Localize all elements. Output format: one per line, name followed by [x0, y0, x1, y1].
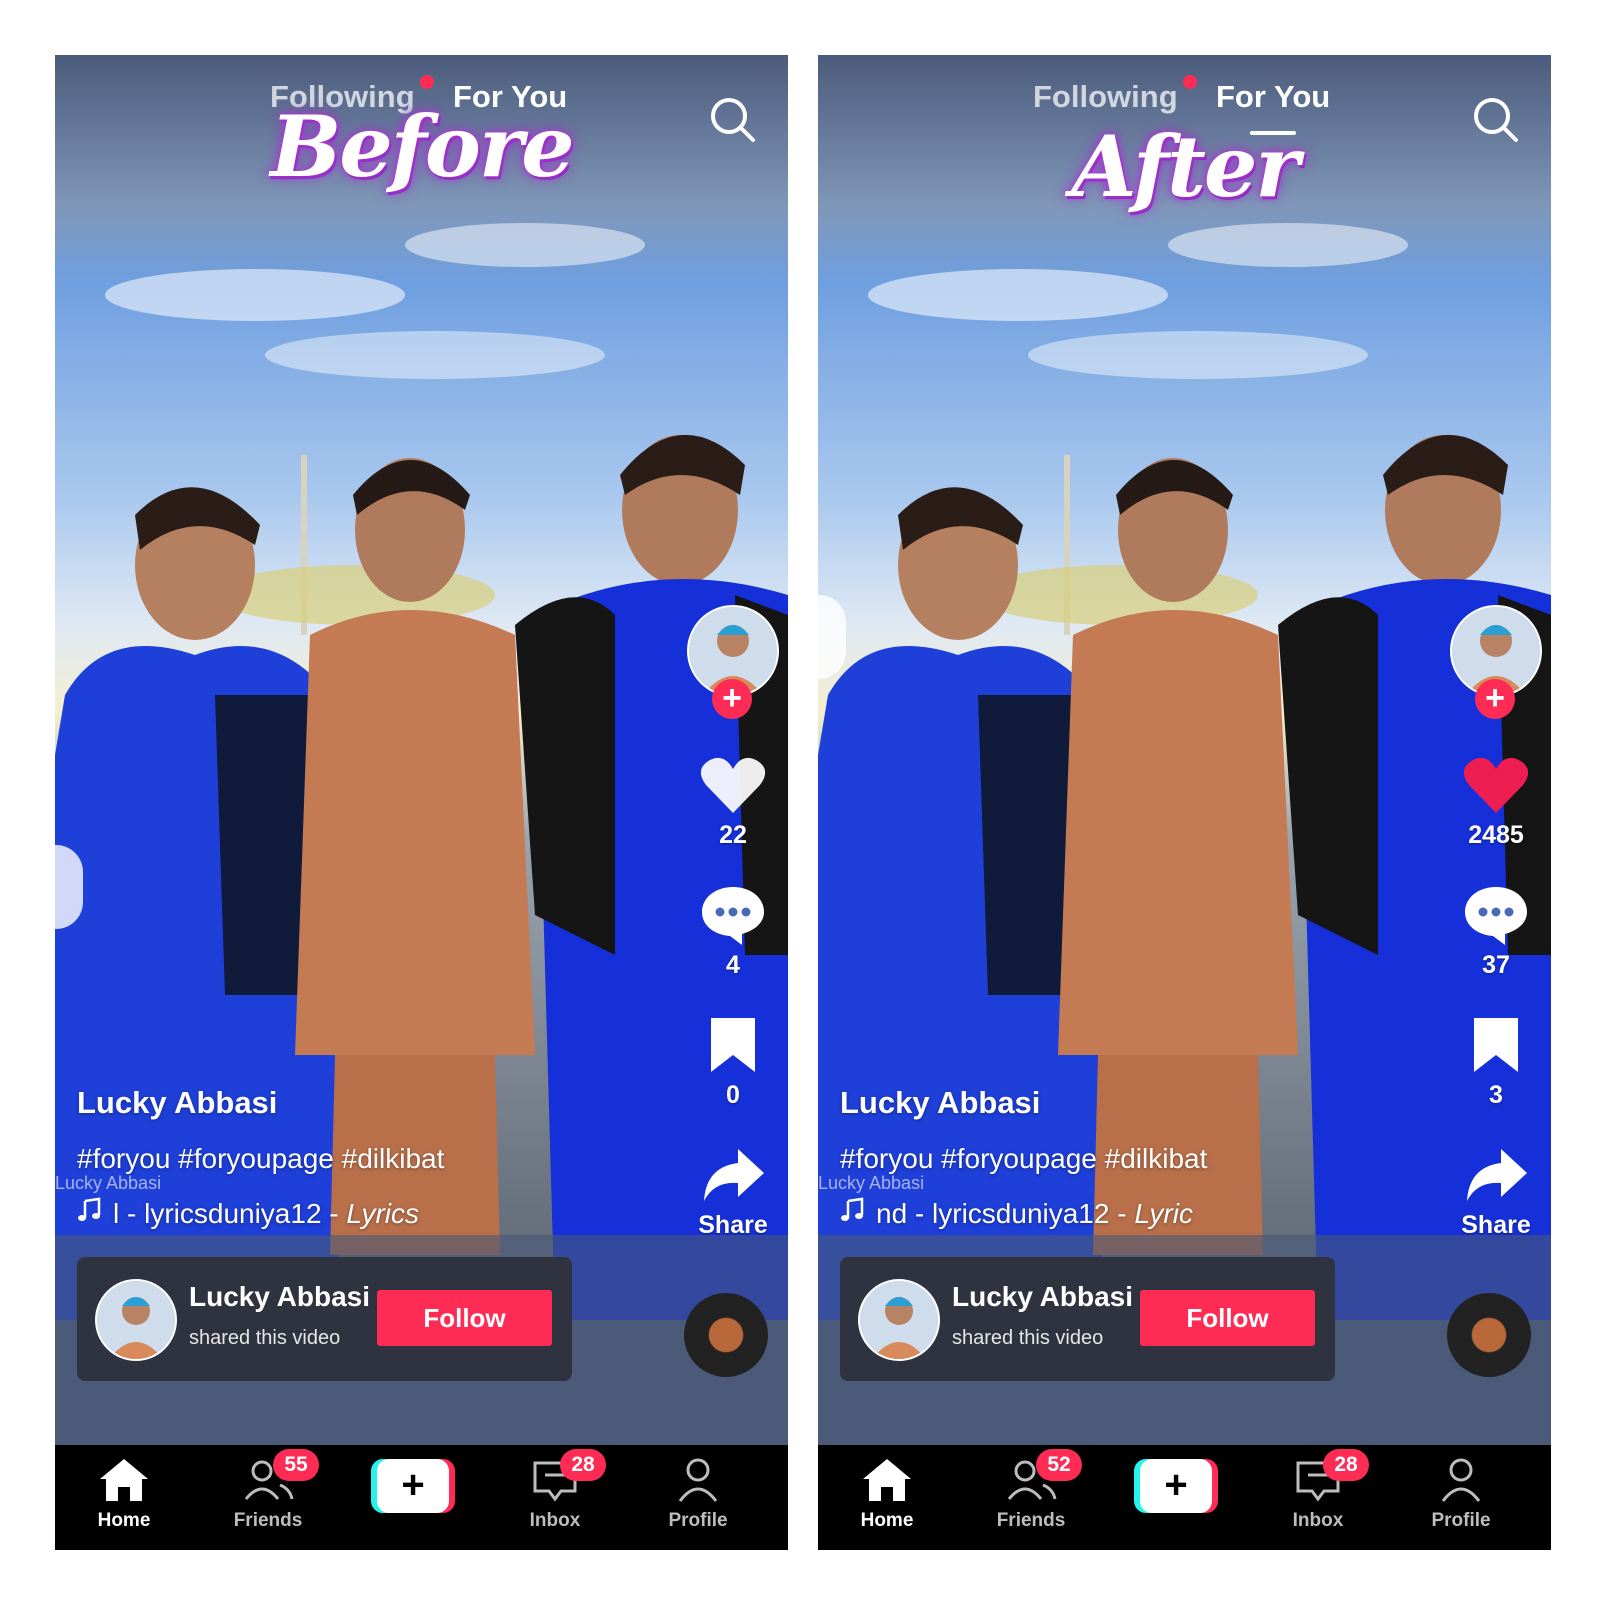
- nav-friends-label: Friends: [996, 1510, 1066, 1531]
- avatar[interactable]: [95, 1279, 177, 1361]
- music-prefix: l - lyricsduniya12 -: [113, 1198, 347, 1229]
- music-note-icon: [841, 1197, 864, 1221]
- like-count: 22: [719, 821, 747, 849]
- plus-icon: +: [377, 1459, 449, 1513]
- share-button[interactable]: Share: [1441, 1145, 1551, 1240]
- share-label: Share: [698, 1211, 768, 1239]
- nav-profile[interactable]: Profile: [643, 1457, 753, 1532]
- follow-plus-icon[interactable]: +: [1475, 679, 1515, 719]
- tab-following[interactable]: Following: [1033, 79, 1178, 115]
- heart-icon: [700, 757, 766, 813]
- nav-inbox[interactable]: 28 Inbox: [500, 1449, 610, 1532]
- card-name: Lucky Abbasi: [189, 1281, 371, 1312]
- bookmark-icon: [1474, 1018, 1518, 1072]
- nav-profile-label: Profile: [668, 1510, 728, 1531]
- card-subtitle: shared this video: [952, 1327, 1104, 1349]
- like-button[interactable]: 22: [678, 755, 788, 850]
- comment-icon: [702, 887, 764, 945]
- music-prefix: nd - lyricsduniya12 -: [876, 1198, 1135, 1229]
- friends-badge: 55: [273, 1449, 319, 1481]
- music-disc[interactable]: [684, 1293, 768, 1377]
- home-icon: [100, 1459, 148, 1501]
- notification-dot: [420, 75, 434, 89]
- nav-inbox-label: Inbox: [529, 1510, 581, 1531]
- home-icon: [863, 1459, 911, 1501]
- comment-count: 4: [726, 951, 740, 979]
- creator-avatar-button[interactable]: +: [1450, 605, 1542, 719]
- watermark: Lucky Abbasi: [55, 1173, 162, 1193]
- nav-friends[interactable]: 52 Friends: [976, 1449, 1086, 1532]
- create-button[interactable]: +: [371, 1459, 455, 1513]
- music-disc[interactable]: [1447, 1293, 1531, 1377]
- phone-screen-before: Following For You Before + 22 4 0 Share …: [55, 55, 788, 1550]
- friends-badge: 52: [1036, 1449, 1082, 1481]
- creator-avatar-button[interactable]: +: [687, 605, 779, 719]
- inbox-badge: 28: [1323, 1449, 1369, 1481]
- hashtags[interactable]: #foryou #foryoupage #dilkibat: [840, 1143, 1207, 1175]
- music-info[interactable]: l - lyricsduniya12 - Lyrics: [77, 1197, 419, 1230]
- shared-by-card: Lucky Abbasi shared this video Follow: [840, 1257, 1335, 1381]
- follow-plus-icon[interactable]: +: [712, 679, 752, 719]
- profile-icon: [678, 1458, 718, 1502]
- bookmark-button[interactable]: 3: [1441, 1015, 1551, 1110]
- share-icon: [1467, 1149, 1527, 1201]
- follow-button[interactable]: Follow: [1140, 1290, 1315, 1346]
- follow-button[interactable]: Follow: [377, 1290, 552, 1346]
- nav-friends[interactable]: 55 Friends: [213, 1449, 323, 1532]
- video-caption: Lucky Abbasi #foryou #foryoupage #dilkib…: [55, 1085, 677, 1229]
- nav-inbox[interactable]: 28 Inbox: [1263, 1449, 1373, 1532]
- video-caption: Lucky Abbasi #foryou #foryoupage #dilkib…: [818, 1085, 1440, 1229]
- card-subtitle: shared this video: [189, 1327, 341, 1349]
- like-count: 2485: [1468, 821, 1524, 849]
- share-button[interactable]: Share: [678, 1145, 788, 1240]
- like-button[interactable]: 2485: [1441, 755, 1551, 850]
- avatar[interactable]: [858, 1279, 940, 1361]
- bookmark-count: 3: [1489, 1081, 1503, 1109]
- overlay-label-before: Before: [270, 97, 574, 196]
- author-name[interactable]: Lucky Abbasi: [77, 1085, 677, 1121]
- nav-home-label: Home: [97, 1510, 151, 1531]
- music-title: Lyric: [1134, 1198, 1193, 1229]
- nav-home[interactable]: Home: [832, 1457, 942, 1532]
- heart-icon: [1463, 757, 1529, 813]
- action-rail: + 2485 37 3 Share: [1441, 595, 1551, 1295]
- nav-profile[interactable]: Profile: [1406, 1457, 1516, 1532]
- phone-screen-after: Following For You After + 2485 37 3 Shar…: [818, 55, 1551, 1550]
- author-name[interactable]: Lucky Abbasi: [840, 1085, 1440, 1121]
- music-note-icon: [78, 1197, 101, 1221]
- bookmark-icon: [711, 1018, 755, 1072]
- bottom-nav: Home 55 Friends + 28 Inbox Profile: [55, 1445, 788, 1550]
- overlay-label-after: After: [1071, 117, 1299, 216]
- bookmark-count: 0: [726, 1081, 740, 1109]
- comment-count: 37: [1482, 951, 1510, 979]
- tab-for-you[interactable]: For You: [1216, 79, 1330, 115]
- hashtags[interactable]: #foryou #foryoupage #dilkibat: [77, 1143, 444, 1175]
- comment-button[interactable]: 4: [678, 885, 788, 980]
- inbox-badge: 28: [560, 1449, 606, 1481]
- nav-profile-label: Profile: [1431, 1510, 1491, 1531]
- shared-by-card: Lucky Abbasi shared this video Follow: [77, 1257, 572, 1381]
- comment-button[interactable]: 37: [1441, 885, 1551, 980]
- card-name: Lucky Abbasi: [952, 1281, 1134, 1312]
- bottom-nav: Home 52 Friends + 28 Inbox Profile: [818, 1445, 1551, 1550]
- music-title: Lyrics: [346, 1198, 420, 1229]
- nav-home[interactable]: Home: [69, 1457, 179, 1532]
- bookmark-button[interactable]: 0: [678, 1015, 788, 1110]
- nav-home-label: Home: [860, 1510, 914, 1531]
- watermark: Lucky Abbasi: [818, 1173, 925, 1193]
- music-info[interactable]: nd - lyricsduniya12 - Lyric: [840, 1197, 1193, 1230]
- nav-friends-label: Friends: [233, 1510, 303, 1531]
- notification-dot: [1183, 75, 1197, 89]
- share-icon: [704, 1149, 764, 1201]
- share-label: Share: [1461, 1211, 1531, 1239]
- create-button[interactable]: +: [1134, 1459, 1218, 1513]
- nav-inbox-label: Inbox: [1292, 1510, 1344, 1531]
- profile-icon: [1441, 1458, 1481, 1502]
- action-rail: + 22 4 0 Share: [678, 595, 788, 1295]
- comment-icon: [1465, 887, 1527, 945]
- plus-icon: +: [1140, 1459, 1212, 1513]
